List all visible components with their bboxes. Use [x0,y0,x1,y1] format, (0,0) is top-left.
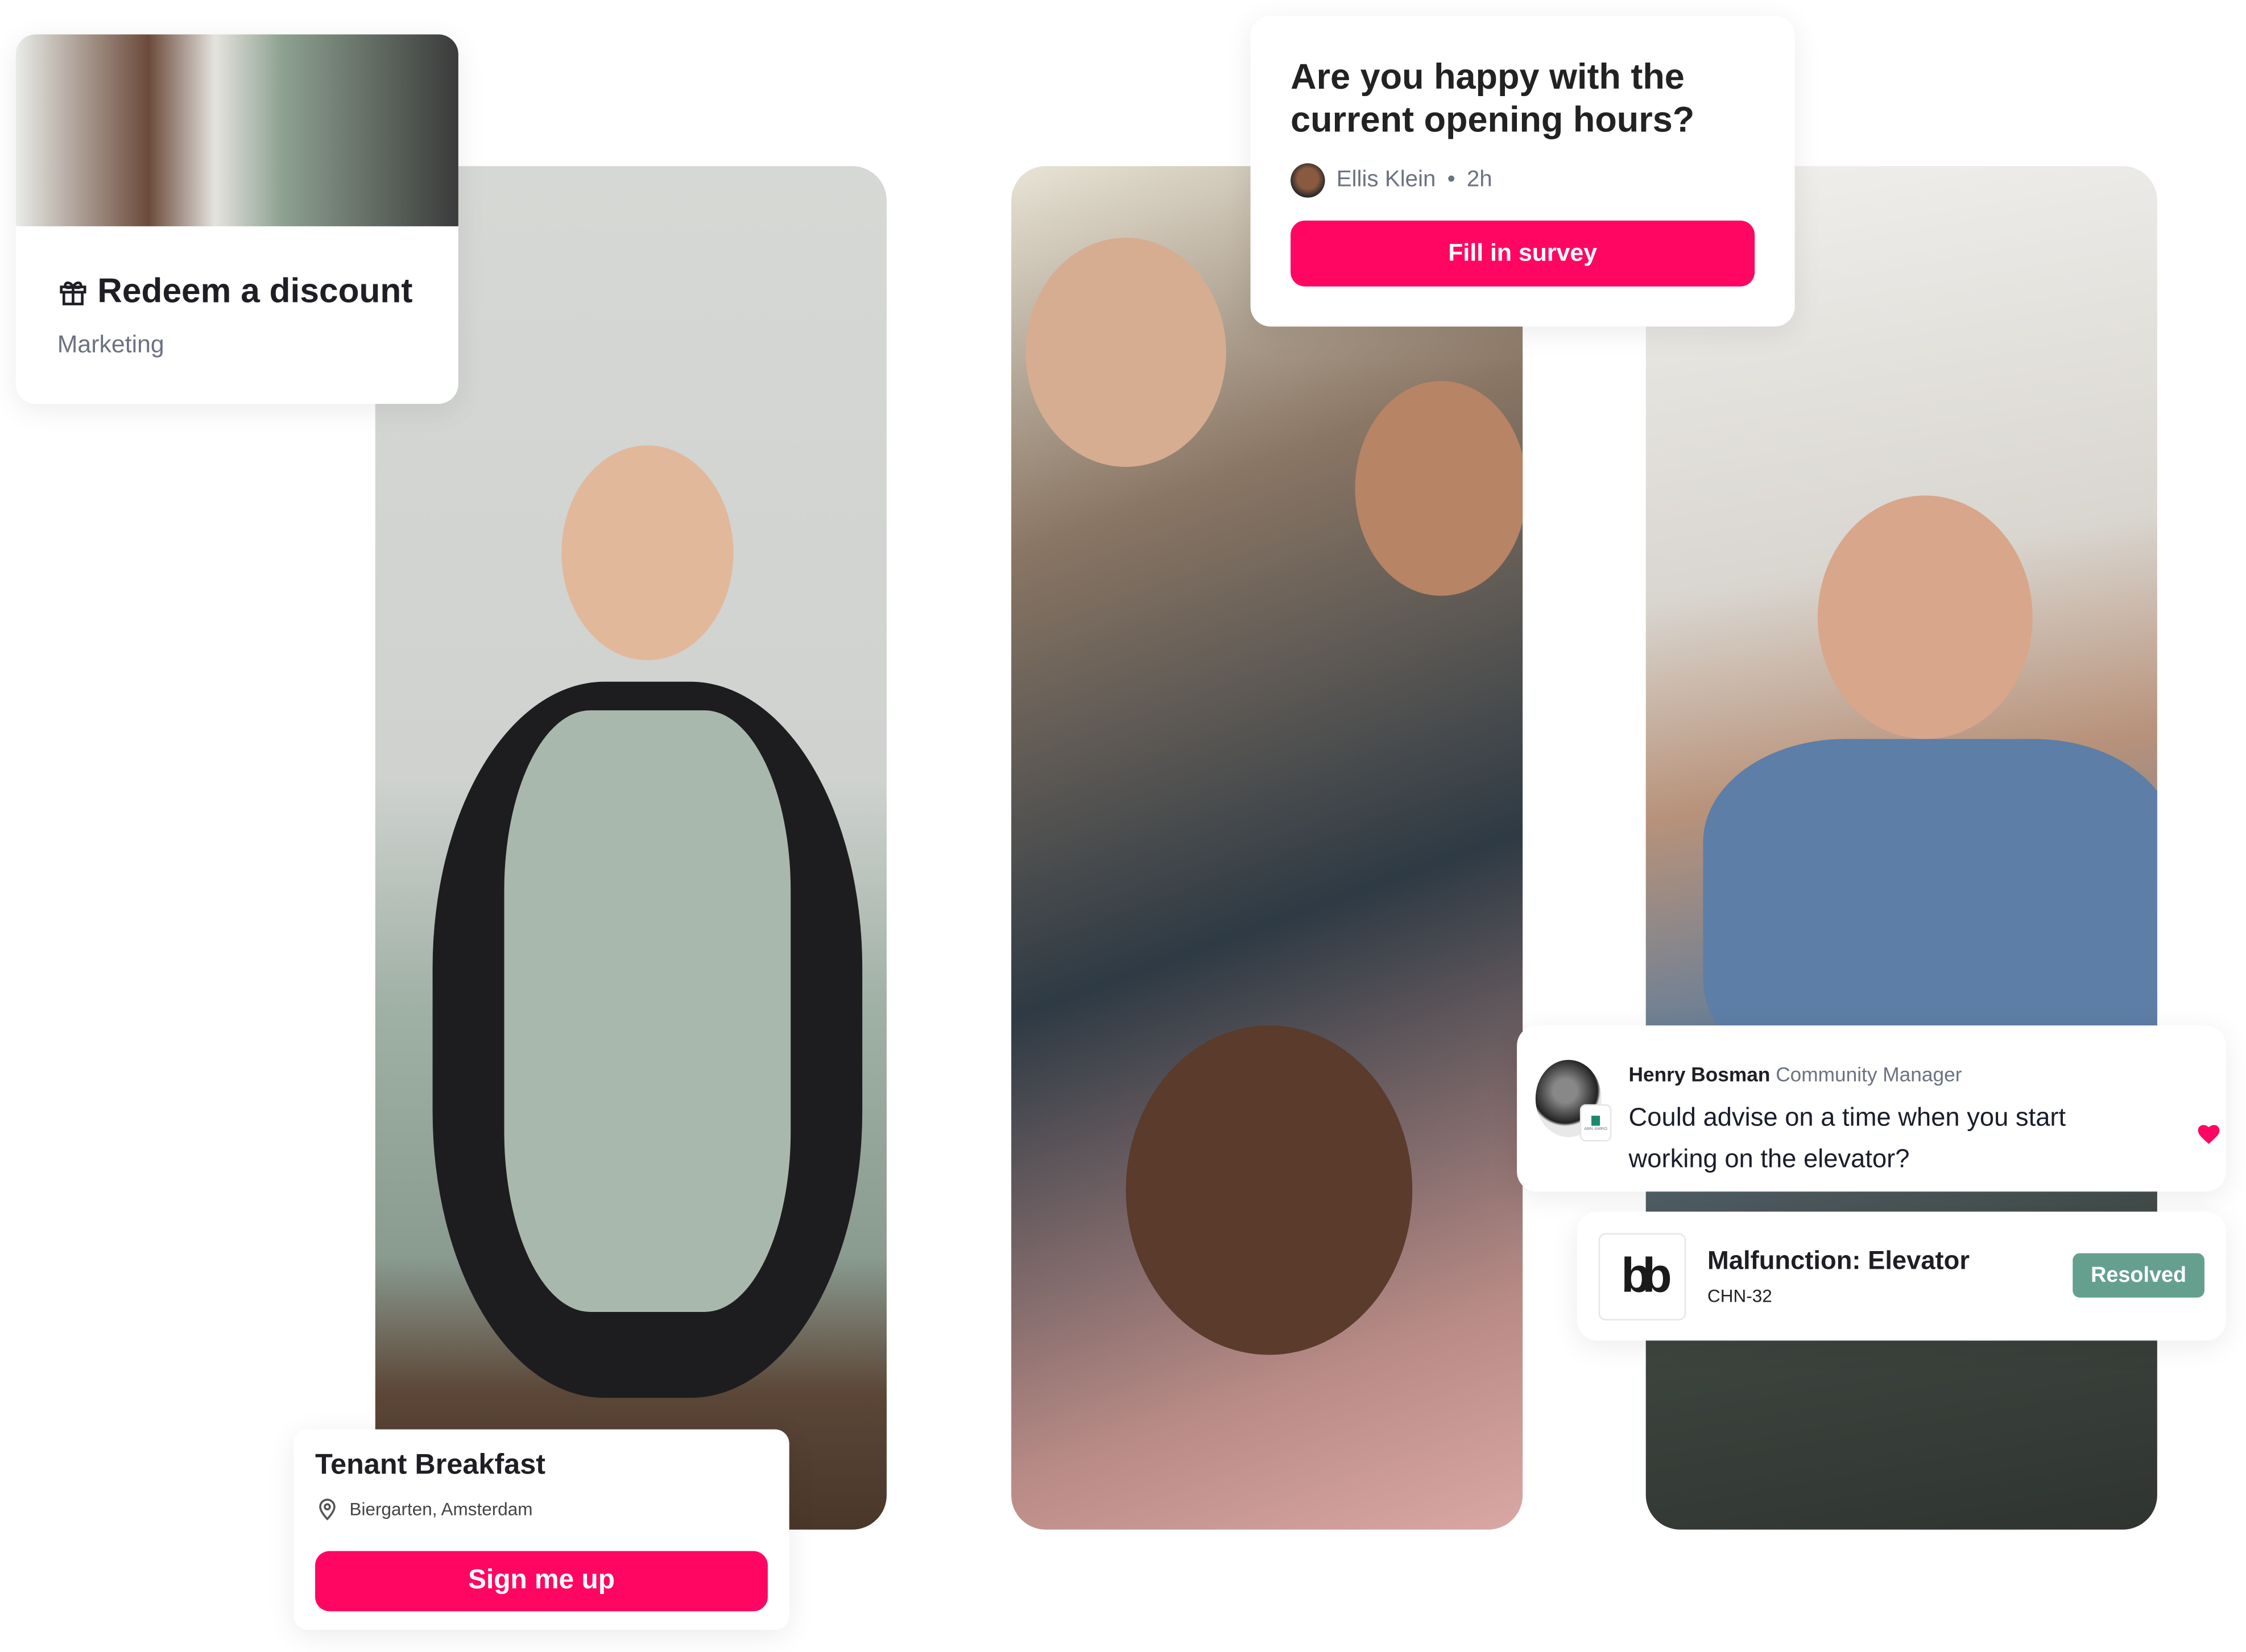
badge-logo-text: ABN·AMRO [1584,1125,1607,1131]
survey-question: Are you happy with the current opening h… [1290,57,1695,140]
redeem-image [15,34,458,226]
company-logo: bb [1598,1233,1686,1321]
fill-in-survey-button[interactable]: Fill in survey [1290,220,1755,287]
ticket-code: CHN-32 [1707,1286,1772,1306]
sign-me-up-button[interactable]: Sign me up [315,1551,768,1612]
logo-text: bb [1621,1249,1672,1303]
survey-time: 2h [1466,167,1492,192]
heart-icon[interactable] [2196,1121,2222,1147]
status-badge: Resolved [2073,1253,2204,1298]
comment-card: ABN·AMRO Henry Bosman Community Manager … [1517,1025,2226,1192]
survey-card: Are you happy with the current opening h… [1250,15,1795,327]
photo-people-talking [1011,166,1523,1530]
gift-icon [60,281,86,305]
location-pin-icon [319,1498,336,1521]
comment-role: Community Manager [1776,1062,1962,1086]
redeem-card[interactable]: Redeem a discount Marketing [15,34,458,404]
event-title: Tenant Breakfast [315,1449,546,1481]
redeem-category: Marketing [57,330,164,358]
author-avatar [1290,163,1325,198]
event-card: Tenant Breakfast Biergarten, Amsterdam S… [293,1429,789,1630]
company-badge: ABN·AMRO [1579,1104,1612,1142]
comment-author: Henry Bosman [1628,1062,1771,1086]
ticket-title: Malfunction: Elevator [1707,1246,1970,1275]
event-location: Biergarten, Amsterdam [349,1498,533,1519]
separator-dot: • [1447,167,1455,192]
ticket-card[interactable]: bb Malfunction: Elevator CHN-32 Resolved [1577,1211,2226,1341]
comment-message: Could advise on a time when you start wo… [1628,1103,2066,1173]
survey-author: Ellis Klein [1336,167,1436,192]
redeem-title: Redeem a discount [97,272,413,311]
